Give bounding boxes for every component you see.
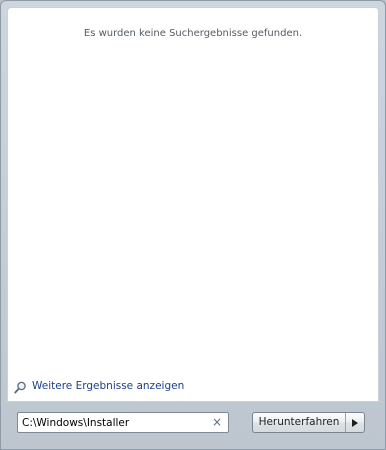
- bottom-bar: × Herunterfahren: [7, 402, 379, 444]
- start-menu: Es wurden keine Suchergebnisse gefunden.…: [0, 0, 386, 450]
- search-results-panel: Es wurden keine Suchergebnisse gefunden.…: [7, 7, 379, 402]
- search-input[interactable]: [18, 413, 208, 432]
- search-box: ×: [17, 412, 229, 433]
- magnifier-icon: [14, 379, 27, 394]
- shutdown-options-button[interactable]: [345, 413, 364, 432]
- clear-search-icon[interactable]: ×: [210, 415, 224, 429]
- no-results-message: Es wurden keine Suchergebnisse gefunden.: [83, 28, 303, 39]
- shutdown-button-group: Herunterfahren: [252, 412, 365, 433]
- shutdown-button[interactable]: Herunterfahren: [253, 413, 345, 432]
- more-results-label: Weitere Ergebnisse anzeigen: [32, 379, 185, 392]
- more-results-link[interactable]: Weitere Ergebnisse anzeigen: [14, 379, 185, 394]
- triangle-right-icon: [352, 418, 358, 427]
